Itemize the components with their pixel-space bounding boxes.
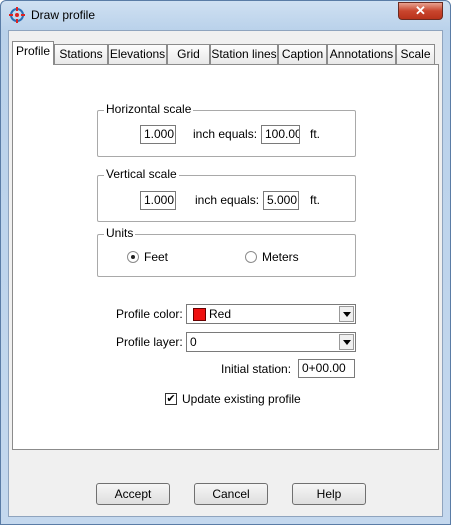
horizontal-scale-title: Horizontal scale [104,102,194,116]
profile-color-label: Profile color: [116,307,183,321]
tab-strip: Profile Stations Elevations Grid Station… [12,41,442,65]
tab-annotations[interactable]: Annotations [327,44,396,64]
dialog-client-area: Profile Stations Elevations Grid Station… [8,30,443,517]
horizontal-scale-group: Horizontal scale 1.000 inch equals: 100.… [97,102,356,157]
chevron-down-icon[interactable] [339,334,354,350]
units-title: Units [104,226,136,240]
initial-station-input[interactable]: 0+00.00 [298,359,355,378]
profile-layer-value: 0 [190,335,197,349]
vertical-scale-group: Vertical scale 1.000 inch equals: 5.000 … [97,167,356,222]
close-button[interactable]: ✕ [398,2,443,20]
feet-radio[interactable] [127,251,139,263]
update-existing-label[interactable]: Update existing profile [182,392,301,406]
tab-stations[interactable]: Stations [54,44,108,64]
color-swatch [193,308,206,321]
vertical-feet-input[interactable]: 5.000 [263,191,299,210]
window-title: Draw profile [31,8,96,22]
meters-radio[interactable] [245,251,257,263]
tab-elevations[interactable]: Elevations [108,44,167,64]
title-bar[interactable]: Draw profile ✕ [1,1,450,29]
draw-profile-window: Draw profile ✕ Profile Stations Elevatio… [0,0,451,525]
profile-color-value: Red [209,307,232,321]
tab-station-lines[interactable]: Station lines [210,44,278,64]
cancel-button[interactable]: Cancel [194,483,268,505]
vertical-inch-input[interactable]: 1.000 [140,191,176,210]
tab-grid[interactable]: Grid [167,44,210,64]
units-group: Units Feet Meters [97,226,356,277]
tab-scale[interactable]: Scale [396,44,435,64]
accept-button[interactable]: Accept [96,483,170,505]
tab-profile[interactable]: Profile [12,41,54,65]
profile-layer-dropdown[interactable]: 0 [186,332,356,352]
feet-label[interactable]: Feet [144,250,168,264]
vertical-unit-label: ft. [310,193,321,207]
vertical-scale-title: Vertical scale [104,167,179,181]
horizontal-unit-label: ft. [310,127,321,141]
horizontal-equals-label: inch equals: [193,127,258,141]
target-icon [9,7,25,23]
help-button[interactable]: Help [292,483,366,505]
update-existing-checkbox[interactable]: ✔ [165,393,177,405]
chevron-down-icon[interactable] [339,306,354,322]
horizontal-inch-input[interactable]: 1.000 [140,125,176,144]
tab-caption[interactable]: Caption [278,44,327,64]
horizontal-feet-input[interactable]: 100.00 [261,125,300,144]
initial-station-label: Initial station: [221,362,292,376]
profile-layer-label: Profile layer: [116,335,183,349]
close-icon: ✕ [415,3,426,18]
profile-color-dropdown[interactable]: Red [186,304,356,324]
meters-label[interactable]: Meters [262,250,299,264]
profile-tab-panel: Horizontal scale 1.000 inch equals: 100.… [12,64,439,450]
vertical-equals-label: inch equals: [195,193,260,207]
